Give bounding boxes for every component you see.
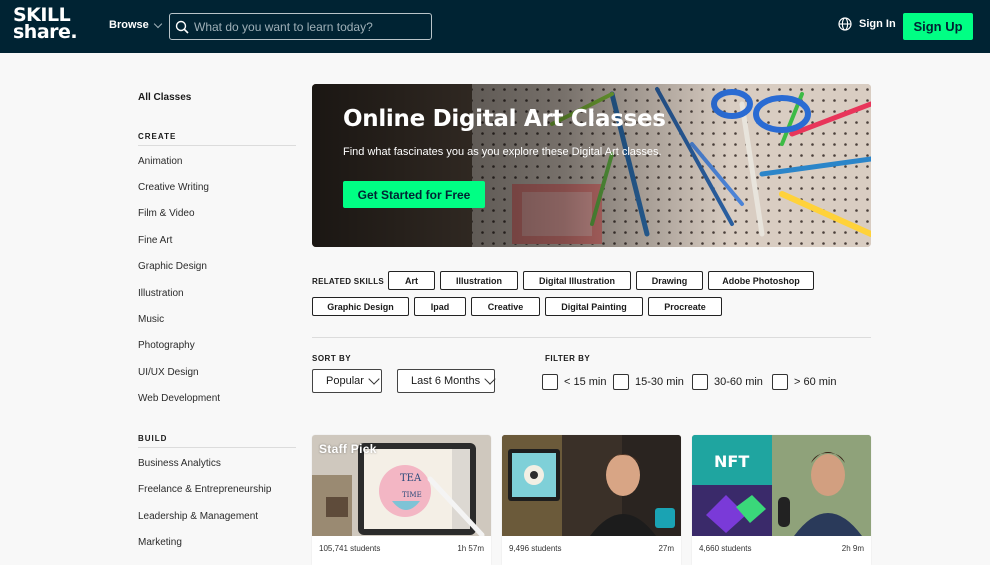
class-meta: 9,496 students 27m bbox=[509, 544, 674, 553]
class-duration: 27m bbox=[658, 544, 674, 553]
sidebar-section-build: BUILD bbox=[138, 434, 296, 448]
class-card[interactable]: NFT 4,660 students 2h 9m bbox=[692, 435, 871, 565]
checkbox[interactable] bbox=[692, 374, 708, 390]
skill-chip-art[interactable]: Art bbox=[388, 271, 435, 290]
sidebar-item-creative-writing[interactable]: Creative Writing bbox=[138, 182, 209, 193]
skill-chip-ipad[interactable]: Ipad bbox=[414, 297, 466, 316]
skill-chip-creative[interactable]: Creative bbox=[471, 297, 540, 316]
sidebar-item-photography[interactable]: Photography bbox=[138, 340, 195, 351]
sidebar-item-music[interactable]: Music bbox=[138, 314, 164, 325]
class-thumbnail[interactable]: TEA TIME Staff Pick bbox=[312, 435, 491, 536]
nft-instructor-image: NFT bbox=[692, 435, 871, 536]
skillshare-logo[interactable]: SKILL share. bbox=[13, 6, 78, 43]
sidebar-item-business-analytics[interactable]: Business Analytics bbox=[138, 458, 221, 469]
skill-chip-adobe-photoshop[interactable]: Adobe Photoshop bbox=[708, 271, 814, 290]
checkbox[interactable] bbox=[772, 374, 788, 390]
filter-15-30[interactable]: 15-30 min bbox=[613, 374, 684, 390]
class-duration: 2h 9m bbox=[841, 544, 864, 553]
filter-label: > 60 min bbox=[794, 376, 837, 388]
student-count: 105,741 students bbox=[319, 544, 381, 553]
student-count: 9,496 students bbox=[509, 544, 562, 553]
class-card[interactable]: 9,496 students 27m bbox=[502, 435, 681, 565]
hero-subtitle: Find what fascinates you as you explore … bbox=[343, 146, 662, 158]
filter-label: < 15 min bbox=[564, 376, 607, 388]
filter-30-60[interactable]: 30-60 min bbox=[692, 374, 763, 390]
sort-popular-select[interactable]: Popular bbox=[312, 369, 382, 393]
search-input[interactable] bbox=[194, 19, 424, 34]
sidebar-item-film-video[interactable]: Film & Video bbox=[138, 208, 195, 219]
globe-icon bbox=[838, 17, 852, 31]
sidebar-item-web-development[interactable]: Web Development bbox=[138, 393, 220, 404]
class-meta: 4,660 students 2h 9m bbox=[699, 544, 864, 553]
get-started-button[interactable]: Get Started for Free bbox=[343, 181, 485, 208]
sidebar-item-marketing[interactable]: Marketing bbox=[138, 537, 182, 548]
logo-line-2: share. bbox=[13, 21, 78, 43]
filter-by-label: FILTER BY bbox=[545, 354, 591, 363]
sort-by-label: SORT BY bbox=[312, 354, 352, 363]
search-icon bbox=[175, 20, 189, 34]
sidebar-item-freelance[interactable]: Freelance & Entrepreneurship bbox=[138, 484, 271, 495]
checkbox[interactable] bbox=[542, 374, 558, 390]
sort-popular-value: Popular bbox=[326, 375, 364, 387]
thumb-text-tea: TEA bbox=[400, 473, 422, 484]
sidebar-item-all-classes[interactable]: All Classes bbox=[138, 92, 191, 103]
hero-banner: Online Digital Art Classes Find what fas… bbox=[312, 84, 871, 247]
chevron-down-icon bbox=[368, 372, 380, 385]
chevron-down-icon bbox=[484, 372, 496, 385]
class-meta: 105,741 students 1h 57m bbox=[319, 544, 484, 553]
skill-chip-digital-painting[interactable]: Digital Painting bbox=[545, 297, 643, 316]
skill-chip-graphic-design[interactable]: Graphic Design bbox=[312, 297, 409, 316]
filter-under-15[interactable]: < 15 min bbox=[542, 374, 607, 390]
sidebar-item-graphic-design[interactable]: Graphic Design bbox=[138, 261, 207, 272]
skill-chip-illustration[interactable]: Illustration bbox=[440, 271, 518, 290]
filter-over-60[interactable]: > 60 min bbox=[772, 374, 837, 390]
class-duration: 1h 57m bbox=[457, 544, 484, 553]
filter-label: 15-30 min bbox=[635, 376, 684, 388]
sidebar-item-illustration[interactable]: Illustration bbox=[138, 288, 184, 299]
sidebar-item-leadership[interactable]: Leadership & Management bbox=[138, 511, 258, 522]
class-card[interactable]: TEA TIME Staff Pick 105,741 students 1h … bbox=[312, 435, 491, 565]
thumb-text-time: TIME bbox=[402, 491, 422, 499]
sidebar-item-fine-art[interactable]: Fine Art bbox=[138, 235, 172, 246]
staff-pick-badge: Staff Pick bbox=[319, 442, 377, 456]
browse-menu[interactable]: Browse bbox=[109, 19, 162, 31]
skill-chip-drawing[interactable]: Drawing bbox=[636, 271, 703, 290]
browse-label: Browse bbox=[109, 19, 149, 31]
checkbox[interactable] bbox=[613, 374, 629, 390]
instructor-tablet-image bbox=[502, 435, 681, 536]
thumb-text-nft: NFT bbox=[714, 452, 749, 471]
hero-title: Online Digital Art Classes bbox=[343, 106, 666, 132]
filter-label: 30-60 min bbox=[714, 376, 763, 388]
search-box[interactable] bbox=[169, 13, 432, 40]
sign-up-button[interactable]: Sign Up bbox=[903, 13, 973, 40]
sort-period-value: Last 6 Months bbox=[411, 375, 481, 387]
sign-in-link[interactable]: Sign In bbox=[838, 17, 896, 31]
class-thumbnail[interactable]: NFT bbox=[692, 435, 871, 536]
sidebar-item-ui-ux-design[interactable]: UI/UX Design bbox=[138, 367, 199, 378]
top-nav: SKILL share. Browse Sign In Sign Up bbox=[0, 0, 990, 53]
sidebar-item-animation[interactable]: Animation bbox=[138, 156, 182, 167]
related-skills-label: RELATED SKILLS bbox=[312, 277, 385, 286]
sort-period-select[interactable]: Last 6 Months bbox=[397, 369, 496, 393]
skill-chip-procreate[interactable]: Procreate bbox=[648, 297, 722, 316]
student-count: 4,660 students bbox=[699, 544, 752, 553]
sign-in-label: Sign In bbox=[859, 18, 896, 30]
chevron-down-icon bbox=[153, 19, 162, 28]
sidebar-section-create: CREATE bbox=[138, 132, 296, 146]
section-divider bbox=[312, 337, 871, 338]
skill-chip-digital-illustration[interactable]: Digital Illustration bbox=[523, 271, 631, 290]
class-thumbnail[interactable] bbox=[502, 435, 681, 536]
